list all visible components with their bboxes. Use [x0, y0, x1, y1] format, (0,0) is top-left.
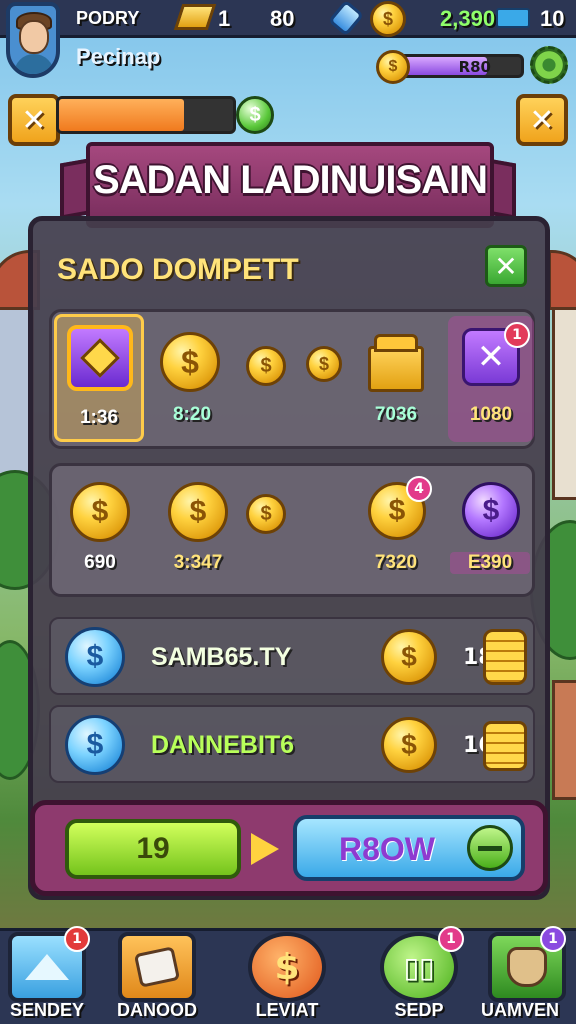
notification-badge: 4	[406, 476, 432, 502]
gold-coin-icon[interactable]: $	[70, 482, 130, 542]
reward-row-2: $ 690 $ 3:347 $ $ 4 7320 $ E390	[49, 463, 535, 597]
banner-title: SADAN LADINUISAIN	[92, 158, 488, 202]
blue-coin-icon: $	[65, 627, 125, 687]
gold-coin-icon[interactable]: $	[306, 346, 342, 382]
progress-bar-fill	[59, 99, 185, 131]
purple-coin-icon[interactable]: $	[462, 482, 520, 540]
dollar-icon[interactable]: $	[236, 96, 274, 134]
amount-button[interactable]: 19	[65, 819, 241, 879]
energy-bar: R80	[396, 54, 524, 78]
player-level: 10	[540, 6, 565, 31]
buy-button-label: R8OW	[339, 831, 435, 867]
player-avatar-icon[interactable]	[6, 2, 60, 78]
progress-bar	[56, 96, 236, 134]
nav-label-send: SENDEY	[9, 1000, 85, 1020]
dollar-icon: $	[274, 946, 300, 988]
gold-coin-icon[interactable]: $	[160, 332, 220, 392]
treasure-box-icon[interactable]	[368, 334, 426, 394]
reward-label: 8:20	[172, 404, 212, 425]
coin-balance-bar	[496, 8, 530, 28]
arrow-right-icon	[251, 833, 279, 865]
reward-item-locked[interactable]: ✕ 1 1080	[448, 316, 534, 442]
reward-label: 690	[84, 552, 116, 573]
shop-panel: SADO DOMPETT ✕ 1:36 $ 8:20 $ $ 7036 ✕ 1 …	[28, 216, 550, 900]
reward-item-chest[interactable]: 1:36	[54, 314, 144, 442]
nav-label-level: LEVIAT	[255, 1000, 319, 1020]
buy-button[interactable]: R8OW	[293, 815, 525, 881]
gear-icon[interactable]	[530, 46, 568, 84]
close-right-button[interactable]: ✕	[516, 94, 568, 146]
pouch-icon	[507, 947, 547, 987]
gold-count: 1	[218, 6, 231, 31]
nav-badge: 1	[64, 926, 90, 952]
gold-coin-icon: $	[370, 1, 406, 37]
gold-coin-icon: $	[381, 717, 437, 773]
shop-icon: ▯▯	[403, 950, 435, 984]
panel-close-button[interactable]: ✕	[485, 245, 527, 287]
reward-label: 1:36	[79, 407, 119, 428]
nav-label-shop: SEDP	[394, 1000, 444, 1020]
nav-label-market: UAMVEN	[480, 1000, 559, 1020]
nav-label-bag: DANOOD	[117, 1000, 197, 1020]
panel-title: SADO DOMPETT	[57, 253, 299, 286]
player-name: PODRY	[76, 8, 140, 28]
title-banner: SADAN LADINUISAIN	[86, 142, 494, 224]
gold-coin-icon: $	[381, 629, 437, 685]
list-item[interactable]: $ SAMB65.TY $ 18	[49, 617, 535, 695]
home-icon	[25, 954, 69, 980]
gold-coin-icon[interactable]: $	[168, 482, 228, 542]
reward-row-1: 1:36 $ 8:20 $ $ 7036 ✕ 1 1080	[49, 309, 535, 449]
reward-label: 3:347	[173, 552, 223, 573]
coin-balance: 2,390	[440, 6, 496, 31]
nav-bag[interactable]	[118, 932, 196, 1002]
purchase-bar: 19 R8OW	[30, 800, 548, 896]
reward-label: 7036	[374, 404, 418, 425]
list-item[interactable]: $ DANNEBIT6 $ 16	[49, 705, 535, 783]
gold-coin-icon[interactable]: $	[246, 346, 286, 386]
reward-label: 1080	[469, 404, 513, 425]
gold-coin-icon[interactable]: $	[246, 494, 286, 534]
reward-label: 7320	[374, 552, 418, 573]
nav-badge: 1	[540, 926, 566, 952]
list-item-name: SAMB65.TY	[151, 643, 292, 671]
blue-coin-icon: $	[65, 715, 125, 775]
coin-stack-icon	[483, 629, 527, 685]
list-item-name: DANNEBIT6	[151, 731, 295, 759]
confirm-icon	[467, 825, 513, 871]
close-left-button[interactable]: ✕	[8, 94, 60, 146]
bag-icon	[133, 946, 181, 988]
nav-badge: 1	[438, 926, 464, 952]
energy-coin-icon: $	[376, 50, 410, 84]
reward-label: E390	[450, 552, 530, 574]
player-subtitle: Pecinap	[76, 44, 161, 69]
purple-chest-icon	[67, 325, 133, 391]
energy-label: R80	[458, 58, 491, 76]
nav-level[interactable]: $	[248, 932, 326, 1002]
notification-badge: 1	[504, 322, 530, 348]
score-value: 80	[270, 6, 295, 31]
coin-stack-icon	[483, 721, 527, 771]
